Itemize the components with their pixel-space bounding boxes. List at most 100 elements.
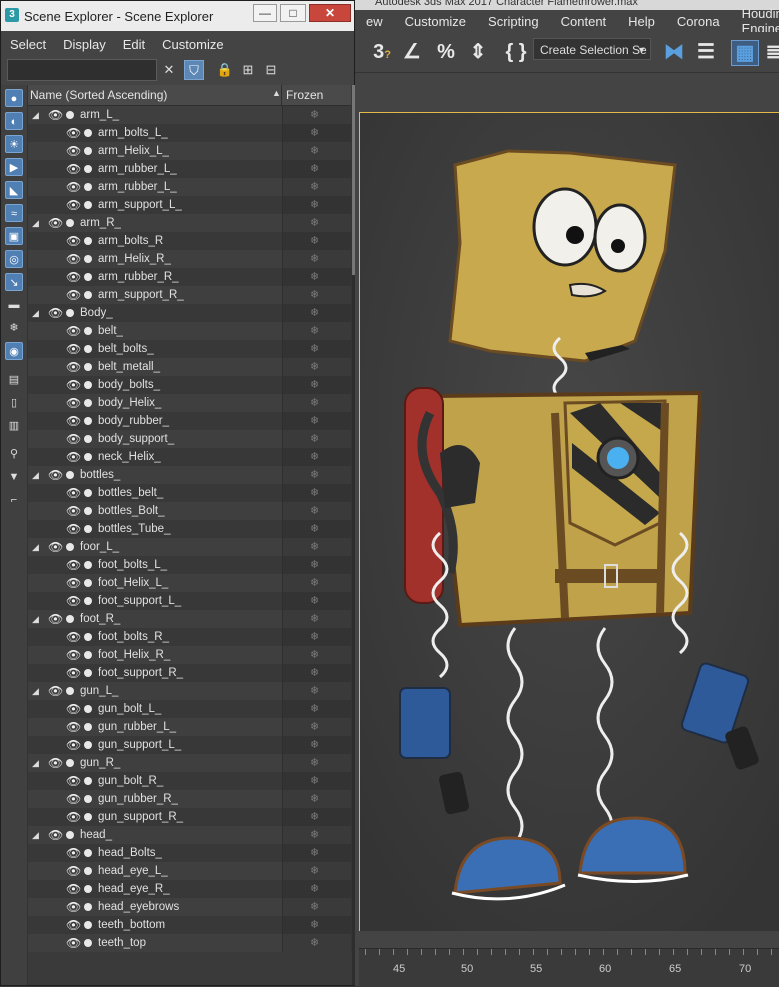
- tree-group-row[interactable]: ◢ 👁 foot_R_ ❄: [28, 610, 352, 628]
- visibility-eye-icon[interactable]: 👁: [48, 754, 63, 772]
- visibility-eye-icon[interactable]: 👁: [66, 124, 81, 142]
- visibility-eye-icon[interactable]: 👁: [66, 430, 81, 448]
- visibility-eye-icon[interactable]: 👁: [48, 538, 63, 556]
- display-none-toggle-icon[interactable]: ▯: [5, 394, 23, 412]
- tree-row[interactable]: 👁 bottles_belt_ ❄: [28, 484, 352, 502]
- max-menu-content[interactable]: Content: [550, 14, 618, 29]
- frozen-cell[interactable]: ❄: [282, 268, 352, 286]
- snap-3d-icon[interactable]: 3?: [369, 40, 395, 64]
- tree-row[interactable]: 👁 foot_support_R_ ❄: [28, 664, 352, 682]
- expand-toggle-icon[interactable]: ◢: [32, 538, 42, 556]
- renderable-dot-icon[interactable]: [84, 579, 92, 587]
- display-containers-icon[interactable]: ▬: [5, 296, 23, 314]
- display-lights-icon[interactable]: ☀: [5, 135, 23, 153]
- renderable-dot-icon[interactable]: [84, 381, 92, 389]
- renderable-dot-icon[interactable]: [84, 741, 92, 749]
- tree-group-row[interactable]: ◢ 👁 head_ ❄: [28, 826, 352, 844]
- display-cameras-icon[interactable]: ▶: [5, 158, 23, 176]
- display-helpers-icon[interactable]: ◣: [5, 181, 23, 199]
- hierarchy-icon[interactable]: ⊞: [238, 60, 258, 80]
- frozen-cell[interactable]: ❄: [282, 718, 352, 736]
- frozen-cell[interactable]: ❄: [282, 664, 352, 682]
- renderable-dot-icon[interactable]: [84, 813, 92, 821]
- scene-explorer-toggle-icon[interactable]: ▦: [731, 40, 759, 66]
- frozen-cell[interactable]: ❄: [282, 160, 352, 178]
- frozen-cell[interactable]: ❄: [282, 898, 352, 916]
- frozen-cell[interactable]: ❄: [282, 844, 352, 862]
- frozen-cell[interactable]: ❄: [282, 178, 352, 196]
- tree-group-row[interactable]: ◢ 👁 foor_L_ ❄: [28, 538, 352, 556]
- renderable-dot-icon[interactable]: [84, 165, 92, 173]
- frozen-cell[interactable]: ❄: [282, 592, 352, 610]
- tree-row[interactable]: 👁 gun_support_R_ ❄: [28, 808, 352, 826]
- renderable-dot-icon[interactable]: [84, 651, 92, 659]
- renderable-dot-icon[interactable]: [66, 219, 74, 227]
- visibility-eye-icon[interactable]: 👁: [66, 808, 81, 826]
- lock-icon[interactable]: 🔒: [215, 60, 235, 80]
- renderable-dot-icon[interactable]: [66, 543, 74, 551]
- visibility-eye-icon[interactable]: 👁: [66, 394, 81, 412]
- visibility-eye-icon[interactable]: 👁: [66, 646, 81, 664]
- tree-row[interactable]: 👁 teeth_top ❄: [28, 934, 352, 952]
- visibility-eye-icon[interactable]: 👁: [66, 286, 81, 304]
- frozen-cell[interactable]: ❄: [282, 142, 352, 160]
- menu-customize[interactable]: Customize: [153, 37, 231, 52]
- visibility-eye-icon[interactable]: 👁: [66, 520, 81, 538]
- frozen-cell[interactable]: ❄: [282, 574, 352, 592]
- renderable-dot-icon[interactable]: [84, 561, 92, 569]
- tree-row[interactable]: 👁 arm_support_L_ ❄: [28, 196, 352, 214]
- max-menu-customize[interactable]: Customize: [394, 14, 477, 29]
- frozen-cell[interactable]: ❄: [282, 250, 352, 268]
- visibility-eye-icon[interactable]: 👁: [66, 376, 81, 394]
- tree-row[interactable]: 👁 body_rubber_ ❄: [28, 412, 352, 430]
- find-input[interactable]: [7, 59, 157, 81]
- visibility-eye-icon[interactable]: 👁: [66, 628, 81, 646]
- minimize-button[interactable]: —: [253, 4, 277, 22]
- frozen-cell[interactable]: ❄: [282, 826, 352, 844]
- visibility-eye-icon[interactable]: 👁: [66, 736, 81, 754]
- visibility-eye-icon[interactable]: 👁: [66, 268, 81, 286]
- visibility-eye-icon[interactable]: 👁: [66, 772, 81, 790]
- visibility-eye-icon[interactable]: 👁: [66, 844, 81, 862]
- scene-explorer-title-bar[interactable]: 3 Scene Explorer - Scene Explorer — □ ✕: [1, 1, 354, 31]
- frozen-cell[interactable]: ❄: [282, 466, 352, 484]
- visibility-eye-icon[interactable]: 👁: [66, 448, 81, 466]
- renderable-dot-icon[interactable]: [84, 921, 92, 929]
- frozen-cell[interactable]: ❄: [282, 808, 352, 826]
- renderable-dot-icon[interactable]: [66, 687, 74, 695]
- renderable-dot-icon[interactable]: [84, 291, 92, 299]
- renderable-dot-icon[interactable]: [84, 597, 92, 605]
- renderable-dot-icon[interactable]: [84, 201, 92, 209]
- visibility-eye-icon[interactable]: 👁: [48, 304, 63, 322]
- clear-search-icon[interactable]: ✕: [159, 60, 179, 80]
- renderable-dot-icon[interactable]: [84, 147, 92, 155]
- visibility-eye-icon[interactable]: 👁: [66, 790, 81, 808]
- visibility-eye-icon[interactable]: 👁: [66, 718, 81, 736]
- max-menu-corona[interactable]: Corona: [666, 14, 731, 29]
- renderable-dot-icon[interactable]: [84, 939, 92, 947]
- frozen-cell[interactable]: ❄: [282, 520, 352, 538]
- renderable-dot-icon[interactable]: [66, 309, 74, 317]
- renderable-dot-icon[interactable]: [84, 237, 92, 245]
- max-menu-help[interactable]: Help: [617, 14, 666, 29]
- renderable-dot-icon[interactable]: [84, 777, 92, 785]
- tree-row[interactable]: 👁 foot_bolts_L_ ❄: [28, 556, 352, 574]
- frozen-cell[interactable]: ❄: [282, 340, 352, 358]
- tree-row[interactable]: 👁 arm_Helix_L_ ❄: [28, 142, 352, 160]
- display-frozen-icon[interactable]: ❄: [5, 319, 23, 337]
- menu-select[interactable]: Select: [1, 37, 54, 52]
- visibility-eye-icon[interactable]: 👁: [66, 232, 81, 250]
- max-menu-scripting[interactable]: Scripting: [477, 14, 550, 29]
- renderable-dot-icon[interactable]: [66, 471, 74, 479]
- visibility-eye-icon[interactable]: 👁: [66, 250, 81, 268]
- renderable-dot-icon[interactable]: [84, 435, 92, 443]
- perspective-viewport[interactable]: [359, 112, 779, 931]
- frozen-cell[interactable]: ❄: [282, 682, 352, 700]
- close-button[interactable]: ✕: [309, 4, 351, 22]
- tree-row[interactable]: 👁 foot_support_L_ ❄: [28, 592, 352, 610]
- renderable-dot-icon[interactable]: [84, 417, 92, 425]
- column-name-header[interactable]: Name (Sorted Ascending): [30, 88, 167, 102]
- frozen-cell[interactable]: ❄: [282, 880, 352, 898]
- renderable-dot-icon[interactable]: [84, 255, 92, 263]
- tree-row[interactable]: 👁 arm_rubber_L_ ❄: [28, 178, 352, 196]
